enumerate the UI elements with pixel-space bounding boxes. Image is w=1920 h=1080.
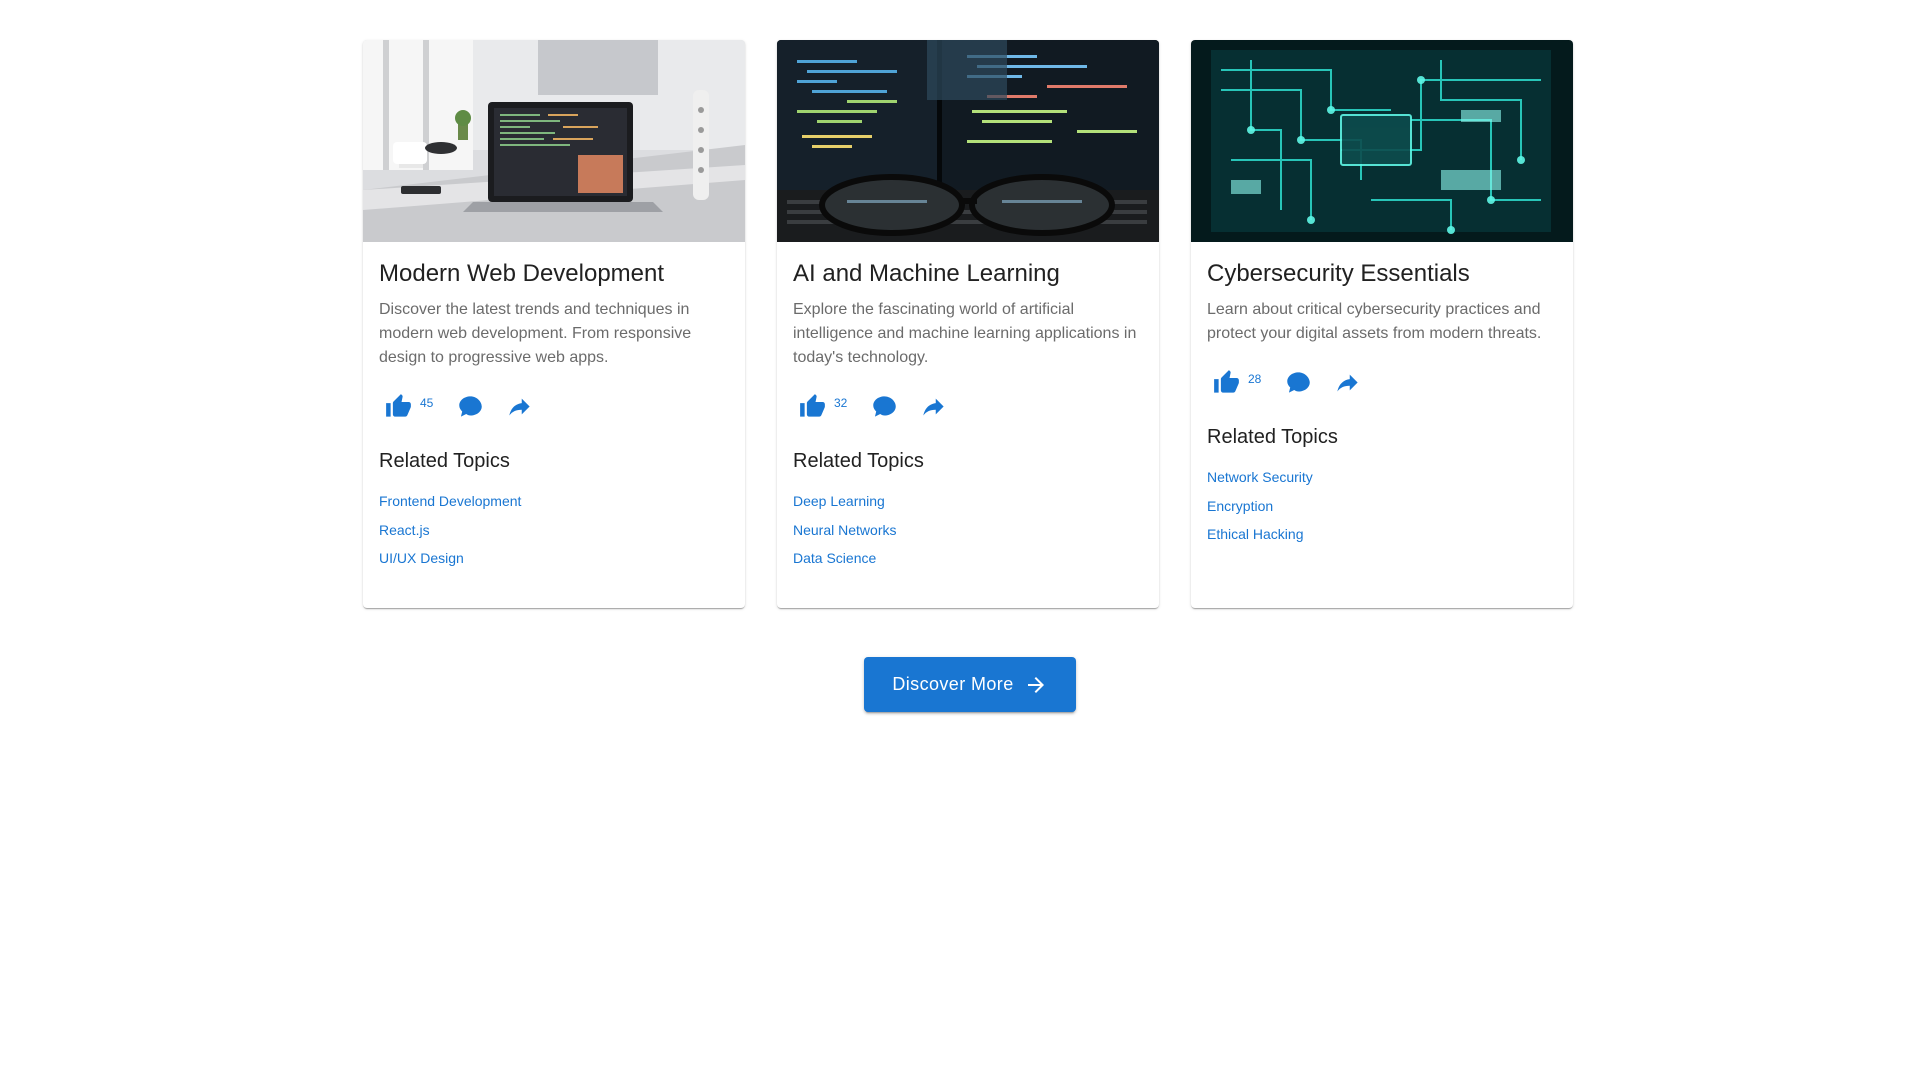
card-actions: 32 — [793, 382, 1143, 430]
card-image — [777, 40, 1159, 242]
comment-icon — [457, 393, 484, 420]
topic-link[interactable]: Frontend Development — [379, 493, 521, 509]
card-image — [1191, 40, 1573, 242]
topic-list: Network Security Encryption Ethical Hack… — [1207, 467, 1557, 553]
thumb-up-icon — [1213, 369, 1240, 396]
topic-link[interactable]: UI/UX Design — [379, 550, 464, 566]
card-title: AI and Machine Learning — [793, 260, 1060, 287]
comment-button[interactable] — [871, 393, 898, 420]
topic-link[interactable]: Data Science — [793, 550, 876, 566]
list-item: React.js — [379, 520, 729, 549]
topic-link[interactable]: Network Security — [1207, 469, 1313, 485]
card-actions: 45 — [379, 382, 729, 430]
related-topics-heading: Related Topics — [379, 450, 510, 472]
like-count: 28 — [1248, 372, 1262, 386]
comment-button[interactable] — [457, 393, 484, 420]
like-count: 32 — [834, 396, 848, 410]
list-item: Network Security — [1207, 467, 1557, 496]
list-item: Frontend Development — [379, 491, 729, 520]
share-button[interactable] — [920, 393, 947, 420]
list-item: Data Science — [793, 548, 1143, 577]
like-count: 45 — [420, 396, 434, 410]
discover-more-button[interactable]: Discover More — [864, 657, 1076, 712]
card-image — [363, 40, 745, 242]
comment-icon — [1285, 369, 1312, 396]
topic-list: Frontend Development React.js UI/UX Desi… — [379, 491, 729, 577]
topic-list: Deep Learning Neural Networks Data Scien… — [793, 491, 1143, 577]
article-card: Cybersecurity Essentials Learn about cri… — [1191, 40, 1573, 608]
list-item: Deep Learning — [793, 491, 1143, 520]
card-title: Cybersecurity Essentials — [1207, 260, 1470, 287]
share-icon — [1334, 369, 1361, 396]
like-button[interactable]: 28 — [1213, 369, 1285, 396]
card-description: Learn about critical cybersecurity pract… — [1207, 301, 1542, 342]
comment-icon — [871, 393, 898, 420]
arrow-right-icon — [1024, 673, 1048, 697]
like-button[interactable]: 32 — [799, 393, 871, 420]
discover-more-label: Discover More — [892, 674, 1014, 694]
list-item: Ethical Hacking — [1207, 524, 1557, 553]
share-icon — [506, 393, 533, 420]
share-button[interactable] — [506, 393, 533, 420]
topic-link[interactable]: Deep Learning — [793, 493, 885, 509]
related-topics-heading: Related Topics — [793, 450, 924, 472]
article-card: AI and Machine Learning Explore the fasc… — [777, 40, 1159, 608]
comment-button[interactable] — [1285, 369, 1312, 396]
list-item: UI/UX Design — [379, 548, 729, 577]
discover-section: Discover More — [0, 657, 1920, 712]
share-icon — [920, 393, 947, 420]
card-grid: Modern Web Development Discover the late… — [363, 40, 1573, 608]
card-title: Modern Web Development — [379, 260, 665, 287]
related-topics-heading: Related Topics — [1207, 426, 1338, 448]
topic-link[interactable]: Encryption — [1207, 498, 1273, 514]
thumb-up-icon — [799, 393, 826, 420]
article-card: Modern Web Development Discover the late… — [363, 40, 745, 608]
topic-link[interactable]: Ethical Hacking — [1207, 526, 1304, 542]
card-actions: 28 — [1207, 358, 1557, 406]
topic-link[interactable]: Neural Networks — [793, 522, 896, 538]
like-button[interactable]: 45 — [385, 393, 457, 420]
list-item: Encryption — [1207, 496, 1557, 525]
card-description: Explore the fascinating world of artific… — [793, 301, 1137, 366]
share-button[interactable] — [1334, 369, 1361, 396]
list-item: Neural Networks — [793, 520, 1143, 549]
topic-link[interactable]: React.js — [379, 522, 430, 538]
thumb-up-icon — [385, 393, 412, 420]
card-description: Discover the latest trends and technique… — [379, 301, 692, 366]
